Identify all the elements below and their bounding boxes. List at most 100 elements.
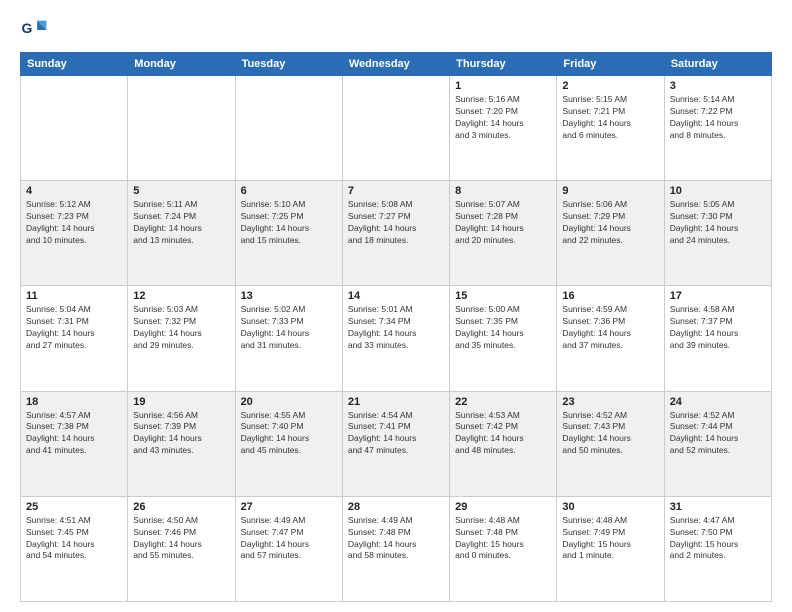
calendar-cell: 28 Sunrise: 4:49 AM Sunset: 7:48 PM Dayli…: [342, 496, 449, 601]
day-number: 11: [26, 290, 122, 302]
day-info: Sunrise: 4:49 AM Sunset: 7:47 PM Dayligh…: [241, 515, 337, 563]
day-info: Sunrise: 4:51 AM Sunset: 7:45 PM Dayligh…: [26, 515, 122, 563]
day-info: Sunrise: 4:55 AM Sunset: 7:40 PM Dayligh…: [241, 410, 337, 458]
calendar-cell: 5 Sunrise: 5:11 AM Sunset: 7:24 PM Daylig…: [128, 181, 235, 286]
day-info: Sunrise: 4:48 AM Sunset: 7:49 PM Dayligh…: [562, 515, 658, 563]
calendar-cell: 22 Sunrise: 4:53 AM Sunset: 7:42 PM Dayli…: [450, 391, 557, 496]
calendar-cell: 31 Sunrise: 4:47 AM Sunset: 7:50 PM Dayli…: [664, 496, 771, 601]
day-number: 4: [26, 185, 122, 197]
day-header-wednesday: Wednesday: [342, 53, 449, 76]
day-info: Sunrise: 4:57 AM Sunset: 7:38 PM Dayligh…: [26, 410, 122, 458]
day-number: 13: [241, 290, 337, 302]
day-header-thursday: Thursday: [450, 53, 557, 76]
day-number: 15: [455, 290, 551, 302]
week-row-3: 11 Sunrise: 5:04 AM Sunset: 7:31 PM Dayli…: [21, 286, 772, 391]
day-header-tuesday: Tuesday: [235, 53, 342, 76]
day-info: Sunrise: 5:05 AM Sunset: 7:30 PM Dayligh…: [670, 199, 766, 247]
page: G SundayMondayTuesdayWednesdayThursdayFr…: [0, 0, 792, 612]
day-info: Sunrise: 4:52 AM Sunset: 7:44 PM Dayligh…: [670, 410, 766, 458]
calendar-cell: 2Sunrise: 5:15 AM Sunset: 7:21 PM Daylig…: [557, 76, 664, 181]
day-number: 20: [241, 396, 337, 408]
day-info: Sunrise: 5:12 AM Sunset: 7:23 PM Dayligh…: [26, 199, 122, 247]
svg-text:G: G: [22, 20, 33, 36]
day-number: 22: [455, 396, 551, 408]
day-number: 28: [348, 501, 444, 513]
day-number: 16: [562, 290, 658, 302]
day-number: 7: [348, 185, 444, 197]
day-number: 8: [455, 185, 551, 197]
week-row-1: 1Sunrise: 5:16 AM Sunset: 7:20 PM Daylig…: [21, 76, 772, 181]
day-number: 6: [241, 185, 337, 197]
logo: G: [20, 16, 52, 44]
day-number: 21: [348, 396, 444, 408]
day-number: 9: [562, 185, 658, 197]
day-header-monday: Monday: [128, 53, 235, 76]
calendar-cell: 6 Sunrise: 5:10 AM Sunset: 7:25 PM Daylig…: [235, 181, 342, 286]
calendar-cell: 29 Sunrise: 4:48 AM Sunset: 7:48 PM Dayli…: [450, 496, 557, 601]
calendar-cell: 30 Sunrise: 4:48 AM Sunset: 7:49 PM Dayli…: [557, 496, 664, 601]
day-info: Sunrise: 5:14 AM Sunset: 7:22 PM Dayligh…: [670, 94, 766, 142]
day-info: Sunrise: 5:07 AM Sunset: 7:28 PM Dayligh…: [455, 199, 551, 247]
header-row: SundayMondayTuesdayWednesdayThursdayFrid…: [21, 53, 772, 76]
calendar-cell: 4 Sunrise: 5:12 AM Sunset: 7:23 PM Daylig…: [21, 181, 128, 286]
day-info: Sunrise: 4:48 AM Sunset: 7:48 PM Dayligh…: [455, 515, 551, 563]
day-number: 31: [670, 501, 766, 513]
calendar-cell: 12 Sunrise: 5:03 AM Sunset: 7:32 PM Dayli…: [128, 286, 235, 391]
day-number: 29: [455, 501, 551, 513]
calendar-cell: [342, 76, 449, 181]
calendar-cell: 21 Sunrise: 4:54 AM Sunset: 7:41 PM Dayli…: [342, 391, 449, 496]
day-header-saturday: Saturday: [664, 53, 771, 76]
day-info: Sunrise: 5:04 AM Sunset: 7:31 PM Dayligh…: [26, 304, 122, 352]
day-info: Sunrise: 4:56 AM Sunset: 7:39 PM Dayligh…: [133, 410, 229, 458]
calendar-cell: 3Sunrise: 5:14 AM Sunset: 7:22 PM Daylig…: [664, 76, 771, 181]
day-number: 26: [133, 501, 229, 513]
day-number: 19: [133, 396, 229, 408]
week-row-2: 4 Sunrise: 5:12 AM Sunset: 7:23 PM Daylig…: [21, 181, 772, 286]
day-number: 18: [26, 396, 122, 408]
day-number: 1: [455, 80, 551, 92]
calendar-cell: 25 Sunrise: 4:51 AM Sunset: 7:45 PM Dayli…: [21, 496, 128, 601]
day-number: 5: [133, 185, 229, 197]
calendar-cell: 24 Sunrise: 4:52 AM Sunset: 7:44 PM Dayli…: [664, 391, 771, 496]
calendar-cell: 11 Sunrise: 5:04 AM Sunset: 7:31 PM Dayli…: [21, 286, 128, 391]
calendar-cell: 26 Sunrise: 4:50 AM Sunset: 7:46 PM Dayli…: [128, 496, 235, 601]
day-info: Sunrise: 5:00 AM Sunset: 7:35 PM Dayligh…: [455, 304, 551, 352]
day-info: Sunrise: 4:53 AM Sunset: 7:42 PM Dayligh…: [455, 410, 551, 458]
day-number: 14: [348, 290, 444, 302]
calendar-cell: 10Sunrise: 5:05 AM Sunset: 7:30 PM Dayli…: [664, 181, 771, 286]
calendar-cell: 19 Sunrise: 4:56 AM Sunset: 7:39 PM Dayli…: [128, 391, 235, 496]
calendar-cell: [21, 76, 128, 181]
calendar-cell: 17Sunrise: 4:58 AM Sunset: 7:37 PM Dayli…: [664, 286, 771, 391]
week-row-5: 25 Sunrise: 4:51 AM Sunset: 7:45 PM Dayli…: [21, 496, 772, 601]
calendar-cell: 16 Sunrise: 4:59 AM Sunset: 7:36 PM Dayli…: [557, 286, 664, 391]
day-info: Sunrise: 4:59 AM Sunset: 7:36 PM Dayligh…: [562, 304, 658, 352]
calendar-cell: 18 Sunrise: 4:57 AM Sunset: 7:38 PM Dayli…: [21, 391, 128, 496]
calendar-cell: 8 Sunrise: 5:07 AM Sunset: 7:28 PM Daylig…: [450, 181, 557, 286]
calendar-cell: 7Sunrise: 5:08 AM Sunset: 7:27 PM Daylig…: [342, 181, 449, 286]
day-number: 25: [26, 501, 122, 513]
calendar-cell: 1Sunrise: 5:16 AM Sunset: 7:20 PM Daylig…: [450, 76, 557, 181]
calendar-cell: [235, 76, 342, 181]
calendar-cell: 27 Sunrise: 4:49 AM Sunset: 7:47 PM Dayli…: [235, 496, 342, 601]
calendar-cell: [128, 76, 235, 181]
day-number: 12: [133, 290, 229, 302]
day-info: Sunrise: 4:47 AM Sunset: 7:50 PM Dayligh…: [670, 515, 766, 563]
day-info: Sunrise: 5:11 AM Sunset: 7:24 PM Dayligh…: [133, 199, 229, 247]
calendar-cell: 13 Sunrise: 5:02 AM Sunset: 7:33 PM Dayli…: [235, 286, 342, 391]
day-number: 17: [670, 290, 766, 302]
day-info: Sunrise: 4:52 AM Sunset: 7:43 PM Dayligh…: [562, 410, 658, 458]
day-header-sunday: Sunday: [21, 53, 128, 76]
day-info: Sunrise: 5:15 AM Sunset: 7:21 PM Dayligh…: [562, 94, 658, 142]
day-number: 27: [241, 501, 337, 513]
day-info: Sunrise: 5:03 AM Sunset: 7:32 PM Dayligh…: [133, 304, 229, 352]
day-number: 30: [562, 501, 658, 513]
day-number: 24: [670, 396, 766, 408]
day-info: Sunrise: 5:02 AM Sunset: 7:33 PM Dayligh…: [241, 304, 337, 352]
day-info: Sunrise: 4:54 AM Sunset: 7:41 PM Dayligh…: [348, 410, 444, 458]
calendar-cell: 23Sunrise: 4:52 AM Sunset: 7:43 PM Dayli…: [557, 391, 664, 496]
day-info: Sunrise: 4:50 AM Sunset: 7:46 PM Dayligh…: [133, 515, 229, 563]
day-info: Sunrise: 4:49 AM Sunset: 7:48 PM Dayligh…: [348, 515, 444, 563]
day-info: Sunrise: 5:10 AM Sunset: 7:25 PM Dayligh…: [241, 199, 337, 247]
calendar-cell: 20 Sunrise: 4:55 AM Sunset: 7:40 PM Dayli…: [235, 391, 342, 496]
header: G: [20, 16, 772, 44]
